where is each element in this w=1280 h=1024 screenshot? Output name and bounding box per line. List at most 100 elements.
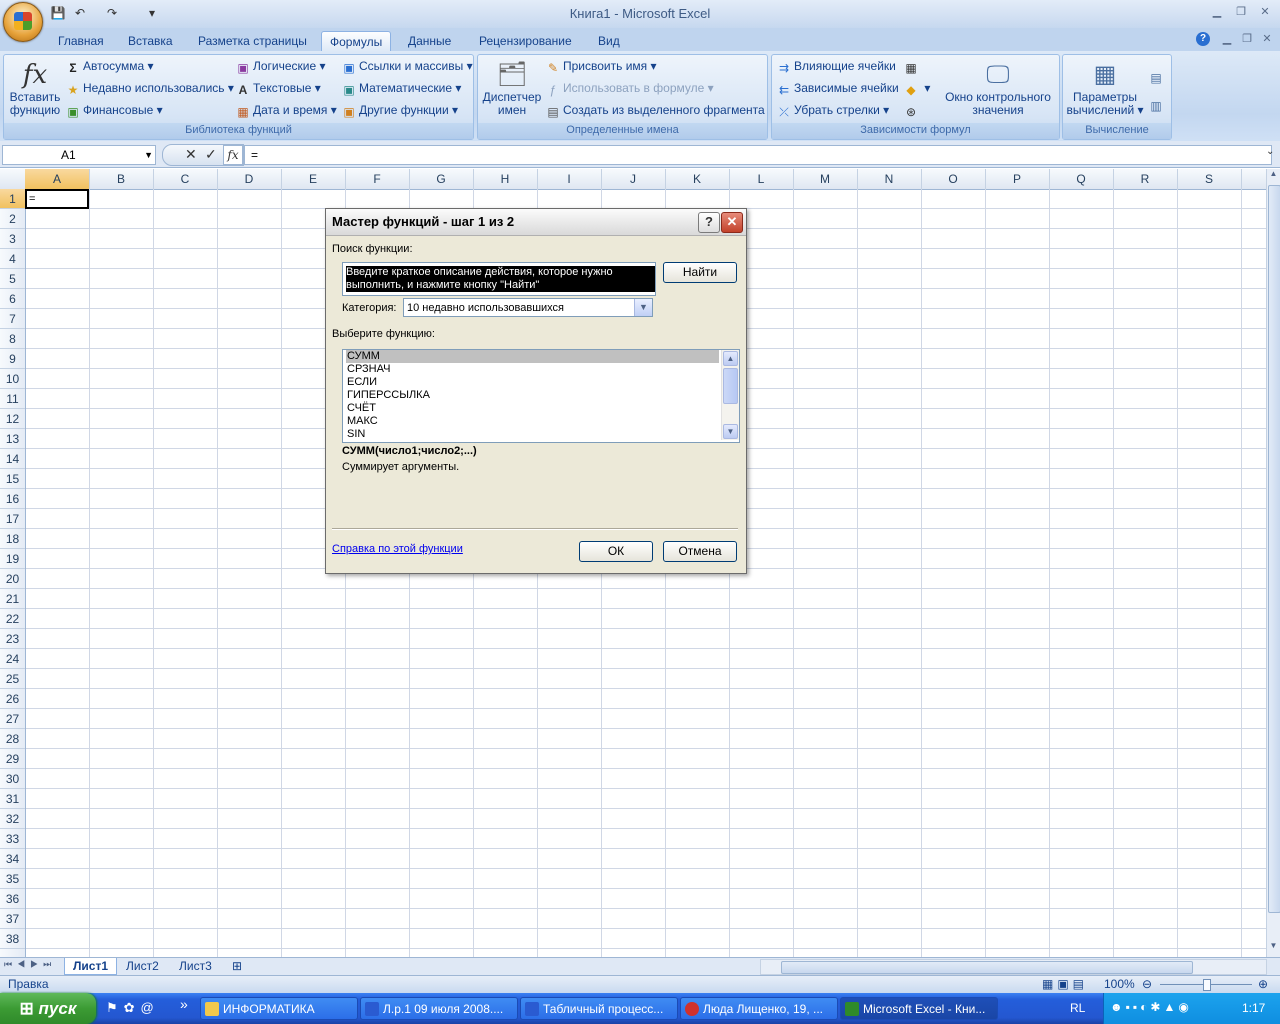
trace-dependents-button[interactable]: ⇇ Зависимые ячейки — [777, 79, 899, 97]
column-header[interactable]: P — [985, 169, 1050, 189]
restore-icon[interactable]: ❐ — [1232, 5, 1250, 19]
enter-icon[interactable]: ✓ — [205, 146, 217, 163]
horizontal-scrollbar[interactable] — [760, 959, 1267, 975]
row-header[interactable]: 19 — [0, 549, 25, 569]
row-header[interactable]: 23 — [0, 629, 25, 649]
row-header[interactable]: 36 — [0, 889, 25, 909]
help-icon[interactable]: ? — [1196, 32, 1210, 46]
tab-review[interactable]: Рецензирование — [471, 31, 580, 52]
sheet-tab[interactable]: Лист3 — [171, 958, 220, 974]
zoom-slider-thumb[interactable] — [1203, 979, 1211, 991]
row-header[interactable]: 22 — [0, 609, 25, 629]
row-header[interactable]: 26 — [0, 689, 25, 709]
taskbar-item[interactable]: ИНФОРМАТИКА — [200, 997, 358, 1020]
row-header[interactable]: 5 — [0, 269, 25, 289]
row-header[interactable]: 1 — [0, 189, 25, 209]
workbook-minimize-icon[interactable]: ▁ — [1218, 32, 1236, 46]
text-button[interactable]: A Текстовые ▾ — [236, 79, 321, 97]
close-icon[interactable]: ✕ — [1256, 5, 1274, 19]
remove-arrows-button[interactable]: ⤫ Убрать стрелки ▾ — [777, 101, 889, 119]
trace-precedents-button[interactable]: ⇉ Влияющие ячейки — [777, 57, 896, 75]
help-icon[interactable]: ? — [698, 212, 720, 233]
row-header[interactable]: 30 — [0, 769, 25, 789]
expand-formula-icon[interactable]: ⌄ — [1266, 146, 1274, 157]
calculation-options-button[interactable]: ▦ Параметры вычислений ▾ — [1065, 59, 1145, 117]
formula-input[interactable]: = — [244, 145, 1272, 165]
close-icon[interactable]: ✕ — [721, 212, 743, 233]
column-header[interactable]: L — [729, 169, 794, 189]
insert-sheet-icon[interactable]: ⊞ — [224, 958, 250, 974]
taskbar-item[interactable]: Л.р.1 09 июля 2008.... — [360, 997, 518, 1020]
insert-function-icon[interactable]: fx — [223, 145, 243, 165]
row-header[interactable]: 21 — [0, 589, 25, 609]
logical-button[interactable]: ▣ Логические ▾ — [236, 57, 325, 75]
calculate-now-icon[interactable]: ▤ — [1149, 67, 1166, 85]
chevron-down-icon[interactable]: ▼ — [634, 299, 652, 316]
show-formulas-icon[interactable]: ▦ — [904, 57, 921, 75]
row-header[interactable]: 8 — [0, 329, 25, 349]
column-header[interactable]: Q — [1049, 169, 1114, 189]
calculate-sheet-icon[interactable]: ▥ — [1149, 95, 1166, 113]
row-header[interactable]: 32 — [0, 809, 25, 829]
tab-home[interactable]: Главная — [50, 31, 112, 52]
column-header[interactable]: O — [921, 169, 986, 189]
column-header[interactable]: D — [217, 169, 282, 189]
row-header[interactable]: 9 — [0, 349, 25, 369]
minimize-icon[interactable]: ▁ — [1208, 5, 1226, 19]
row-header[interactable]: 34 — [0, 849, 25, 869]
tray-icons[interactable]: ☻▪▪◐✱▲◉ — [1110, 1000, 1192, 1014]
quick-launch-icons[interactable]: ⚑✿@ — [106, 1000, 160, 1016]
error-checking-icon[interactable]: ◆ ▾ — [904, 79, 930, 97]
workbook-restore-icon[interactable]: ❐ — [1238, 32, 1256, 46]
column-header[interactable]: M — [793, 169, 858, 189]
taskbar-item[interactable]: Люда Лищенко, 19, ... — [680, 997, 838, 1020]
list-item[interactable]: СРЗНАЧ — [346, 363, 719, 376]
create-from-selection-button[interactable]: ▤ Создать из выделенного фрагмента — [546, 101, 764, 119]
row-header[interactable]: 15 — [0, 469, 25, 489]
search-input[interactable]: Введите краткое описание действия, котор… — [342, 262, 656, 296]
column-header[interactable]: S — [1177, 169, 1242, 189]
taskbar-item-active[interactable]: Microsoft Excel - Кни... — [840, 997, 998, 1020]
zoom-out-icon[interactable]: ⊖ — [1142, 976, 1152, 993]
row-header[interactable]: 7 — [0, 309, 25, 329]
start-button[interactable]: ⊞ пуск — [0, 993, 96, 1024]
list-item[interactable]: ГИПЕРССЫЛКА — [346, 389, 719, 402]
scroll-down-icon[interactable]: ▼ — [1267, 941, 1280, 955]
math-button[interactable]: ▣ Математические ▾ — [342, 79, 461, 97]
view-buttons[interactable]: ▦▣▤ — [1042, 976, 1088, 993]
help-link[interactable]: Справка по этой функции — [332, 543, 463, 555]
list-item[interactable]: МАКС — [346, 415, 719, 428]
sheet-tab[interactable]: Лист2 — [118, 958, 167, 974]
row-header[interactable]: 12 — [0, 409, 25, 429]
row-header[interactable]: 25 — [0, 669, 25, 689]
row-header[interactable]: 37 — [0, 909, 25, 929]
insert-function-button[interactable]: fx Вставить функцию — [7, 59, 63, 117]
row-header[interactable]: 14 — [0, 449, 25, 469]
row-header[interactable]: 10 — [0, 369, 25, 389]
sheet-nav-icons[interactable]: ⏮◀▶⏭ — [4, 959, 56, 970]
row-header[interactable]: 4 — [0, 249, 25, 269]
tab-data[interactable]: Данные — [400, 31, 459, 52]
recent-functions-button[interactable]: ★ Недавно использовались ▾ — [66, 79, 234, 97]
row-header[interactable]: 17 — [0, 509, 25, 529]
office-button[interactable] — [3, 2, 43, 42]
expand-quicklaunch-icon[interactable]: » — [180, 996, 188, 1012]
use-in-formula-button[interactable]: ƒ Использовать в формуле ▾ — [546, 79, 714, 97]
autosum-button[interactable]: Σ Автосумма ▾ — [66, 57, 153, 75]
row-header[interactable]: 20 — [0, 569, 25, 589]
vertical-scrollbar[interactable]: ▲ ▼ — [1266, 169, 1280, 959]
tab-insert[interactable]: Вставка — [120, 31, 181, 52]
active-cell[interactable]: = — [25, 189, 89, 209]
list-item[interactable]: SIN — [346, 428, 719, 441]
list-item[interactable]: СЧЁТ — [346, 402, 719, 415]
column-header[interactable]: A — [25, 169, 90, 189]
workbook-close-icon[interactable]: ✕ — [1258, 32, 1276, 46]
zoom-in-icon[interactable]: ⊕ — [1258, 976, 1268, 993]
scroll-thumb[interactable] — [723, 368, 738, 404]
row-header[interactable]: 28 — [0, 729, 25, 749]
name-manager-button[interactable]: 🗂 Диспетчер имен — [482, 59, 542, 117]
column-header[interactable]: N — [857, 169, 922, 189]
scroll-up-icon[interactable]: ▲ — [723, 351, 738, 366]
row-header[interactable]: 31 — [0, 789, 25, 809]
column-header[interactable]: B — [89, 169, 154, 189]
